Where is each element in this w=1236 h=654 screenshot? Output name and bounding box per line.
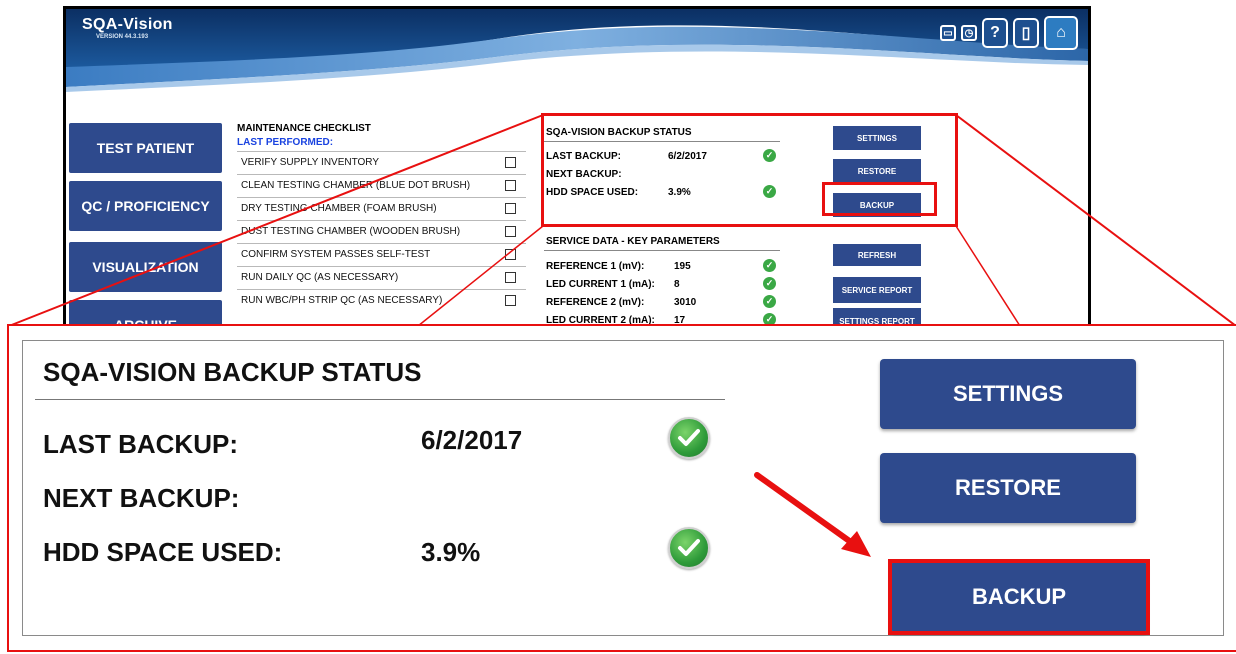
check-icon: ✓ bbox=[763, 259, 776, 272]
check-icon bbox=[668, 417, 710, 459]
check-icon: ✓ bbox=[763, 277, 776, 290]
service-report-label: SERVICE REPORT bbox=[841, 285, 913, 295]
settings-button-label: SETTINGS bbox=[952, 381, 1063, 406]
home-icon[interactable]: ⌂ bbox=[1044, 16, 1078, 50]
nav-qc-proficiency-button[interactable]: QC / PROFICIENCY bbox=[69, 181, 222, 231]
zoom-callout-frame: SQA-VISION BACKUP STATUS LAST BACKUP: 6/… bbox=[7, 324, 1236, 652]
nav-visualization-button[interactable]: VISUALIZATION bbox=[69, 242, 222, 292]
checklist-item: DUST TESTING CHAMBER (WOODEN BRUSH) bbox=[237, 220, 526, 243]
service-row-value: 8 bbox=[674, 279, 680, 290]
last-backup-label: LAST BACKUP: bbox=[43, 429, 238, 459]
service-row-label: REFERENCE 2 (mV): bbox=[546, 297, 645, 308]
header-wave-background bbox=[66, 9, 1088, 92]
service-report-button[interactable]: SERVICE REPORT bbox=[833, 277, 921, 303]
checklist-checkbox[interactable] bbox=[505, 226, 516, 237]
maintenance-checklist: MAINTENANCE CHECKLIST LAST PERFORMED: VE… bbox=[237, 123, 526, 312]
settings-button[interactable]: SETTINGS bbox=[880, 359, 1136, 429]
pointer-arrow-icon bbox=[754, 472, 871, 557]
checklist-item-label: CLEAN TESTING CHAMBER (BLUE DOT BRUSH) bbox=[241, 180, 471, 191]
brand-logo-text: SQA-Vision bbox=[82, 16, 173, 33]
nav-test-patient-button[interactable]: TEST PATIENT bbox=[69, 123, 222, 173]
help-icon[interactable]: ? bbox=[982, 18, 1008, 48]
last-performed-label: LAST PERFORMED: bbox=[237, 137, 334, 148]
exit-door-icon[interactable]: ▯ bbox=[1013, 18, 1039, 48]
checklist-checkbox[interactable] bbox=[505, 157, 516, 168]
checklist-item-label: RUN DAILY QC (AS NECESSARY) bbox=[241, 272, 399, 283]
next-backup-label: NEXT BACKUP: bbox=[43, 483, 240, 513]
service-row-value: 3010 bbox=[674, 297, 697, 308]
app-header: SQA-Vision VERSION 44.3.193 ▭ ◷ ? ▯ ⌂ bbox=[66, 9, 1088, 92]
restore-button[interactable]: RESTORE bbox=[880, 453, 1136, 523]
service-row-value: 195 bbox=[674, 261, 691, 272]
service-title-rule bbox=[544, 250, 780, 251]
checklist-checkbox[interactable] bbox=[505, 272, 516, 283]
backup-status-zoom-panel: SQA-VISION BACKUP STATUS LAST BACKUP: 6/… bbox=[22, 340, 1224, 636]
backup-button-highlight-frame bbox=[888, 559, 1150, 635]
backup-status-title: SQA-VISION BACKUP STATUS bbox=[43, 357, 422, 387]
minimize-icon[interactable]: ▭ bbox=[940, 25, 956, 41]
nav-label: QC / PROFICIENCY bbox=[81, 198, 210, 214]
checklist-item: CLEAN TESTING CHAMBER (BLUE DOT BRUSH) bbox=[237, 174, 526, 197]
backup-title-rule bbox=[35, 399, 725, 400]
nav-label: VISUALIZATION bbox=[92, 259, 199, 275]
check-icon: ✓ bbox=[763, 295, 776, 308]
checklist-item-label: DRY TESTING CHAMBER (FOAM BRUSH) bbox=[241, 203, 437, 214]
restore-button-label: RESTORE bbox=[955, 475, 1061, 500]
checklist-item: DRY TESTING CHAMBER (FOAM BRUSH) bbox=[237, 197, 526, 220]
hdd-space-label: HDD SPACE USED: bbox=[43, 537, 283, 567]
header-icon-bar: ▭ ◷ ? ▯ ⌂ bbox=[940, 16, 1078, 50]
checklist-item-label: RUN WBC/PH STRIP QC (AS NECESSARY) bbox=[241, 295, 443, 306]
checklist-item: CONFIRM SYSTEM PASSES SELF-TEST bbox=[237, 243, 526, 266]
service-row-label: LED CURRENT 1 (mA): bbox=[546, 279, 655, 290]
nav-label: TEST PATIENT bbox=[96, 140, 195, 156]
refresh-button[interactable]: REFRESH bbox=[833, 244, 921, 266]
checklist-checkbox[interactable] bbox=[505, 249, 516, 260]
version-label: VERSION 44.3.193 bbox=[96, 34, 149, 40]
checklist-checkbox[interactable] bbox=[505, 295, 516, 306]
last-backup-value: 6/2/2017 bbox=[421, 425, 523, 455]
checklist-checkbox[interactable] bbox=[505, 180, 516, 191]
help-glyph: ? bbox=[990, 24, 1000, 41]
checklist-item-label: CONFIRM SYSTEM PASSES SELF-TEST bbox=[241, 249, 431, 260]
hdd-space-value: 3.9% bbox=[421, 537, 481, 567]
backup-button-highlight-frame bbox=[822, 182, 937, 216]
checklist-item: RUN DAILY QC (AS NECESSARY) bbox=[237, 266, 526, 289]
refresh-button-label: REFRESH bbox=[857, 250, 897, 260]
service-data-title: SERVICE DATA - KEY PARAMETERS bbox=[546, 236, 720, 247]
check-icon bbox=[668, 527, 710, 569]
checklist-item-label: VERIFY SUPPLY INVENTORY bbox=[241, 157, 380, 168]
checklist-item: VERIFY SUPPLY INVENTORY bbox=[237, 151, 526, 174]
checklist-title: MAINTENANCE CHECKLIST bbox=[237, 123, 371, 134]
checklist-item-label: DUST TESTING CHAMBER (WOODEN BRUSH) bbox=[241, 226, 461, 237]
service-row-label: REFERENCE 1 (mV): bbox=[546, 261, 645, 272]
clock-icon[interactable]: ◷ bbox=[961, 25, 977, 41]
checklist-item: RUN WBC/PH STRIP QC (AS NECESSARY) bbox=[237, 289, 526, 312]
checklist-checkbox[interactable] bbox=[505, 203, 516, 214]
